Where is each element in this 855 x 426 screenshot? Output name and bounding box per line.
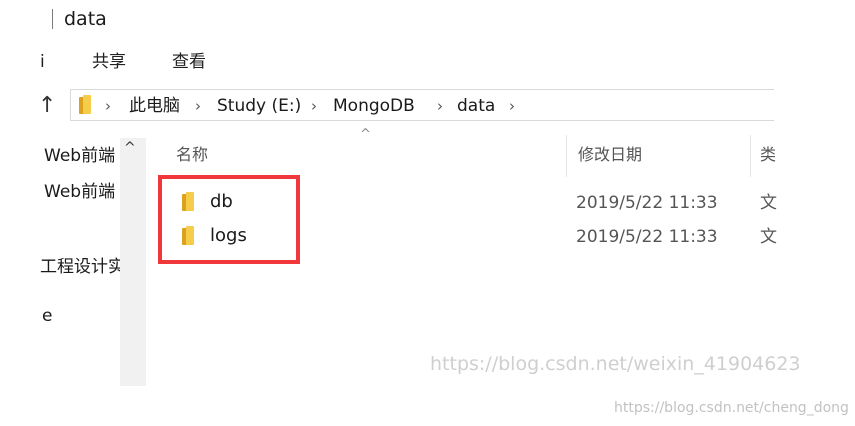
up-arrow-icon[interactable]: ↑ <box>38 93 56 119</box>
chevron-right-icon[interactable]: › <box>311 94 317 118</box>
nav-scrollbar[interactable] <box>120 138 146 386</box>
title-separator <box>52 9 53 29</box>
sort-ascending-icon: ^ <box>360 127 371 142</box>
breadcrumb-mongodb[interactable]: MongoDB <box>333 94 415 118</box>
tab-view[interactable]: 查看 <box>172 49 206 75</box>
scroll-up-icon[interactable]: ^ <box>124 139 136 157</box>
chevron-right-icon[interactable]: › <box>509 94 515 118</box>
column-header-type[interactable]: 类 <box>760 144 776 166</box>
column-header-date-modified[interactable]: 修改日期 <box>578 144 642 166</box>
file-type: 文 <box>760 227 777 247</box>
nav-item-engineering[interactable]: 工程设计实 <box>40 255 125 279</box>
watermark: https://blog.csdn.net/cheng_dong <box>614 400 849 416</box>
ribbon-tab-cut-off[interactable]: i <box>40 51 45 73</box>
folder-icon <box>79 95 91 114</box>
file-date-modified: 2019/5/22 11:33 <box>576 227 718 247</box>
nav-item-web-2[interactable]: Web前端 <box>44 180 115 204</box>
chevron-right-icon[interactable]: › <box>195 94 201 118</box>
column-divider[interactable] <box>566 135 567 177</box>
file-type: 文 <box>760 193 777 213</box>
column-divider[interactable] <box>750 135 751 177</box>
breadcrumb-this-pc[interactable]: 此电脑 <box>129 94 180 118</box>
chevron-right-icon[interactable]: › <box>437 94 443 118</box>
highlight-box <box>158 175 300 264</box>
chevron-right-icon[interactable]: › <box>105 94 111 118</box>
watermark: https://blog.csdn.net/weixin_41904623 <box>430 353 801 375</box>
breadcrumb-study-drive[interactable]: Study (E:) <box>217 94 301 118</box>
window-title: data <box>64 8 107 30</box>
tab-share[interactable]: 共享 <box>92 49 126 75</box>
breadcrumb-data[interactable]: data <box>457 94 495 118</box>
column-header-name[interactable]: 名称 <box>176 144 208 166</box>
nav-item-web-1[interactable]: Web前端 <box>44 144 115 168</box>
address-bar[interactable]: › 此电脑 › Study (E:) › MongoDB › data › <box>70 89 774 121</box>
file-date-modified: 2019/5/22 11:33 <box>576 193 718 213</box>
nav-item-e[interactable]: e <box>42 304 52 328</box>
